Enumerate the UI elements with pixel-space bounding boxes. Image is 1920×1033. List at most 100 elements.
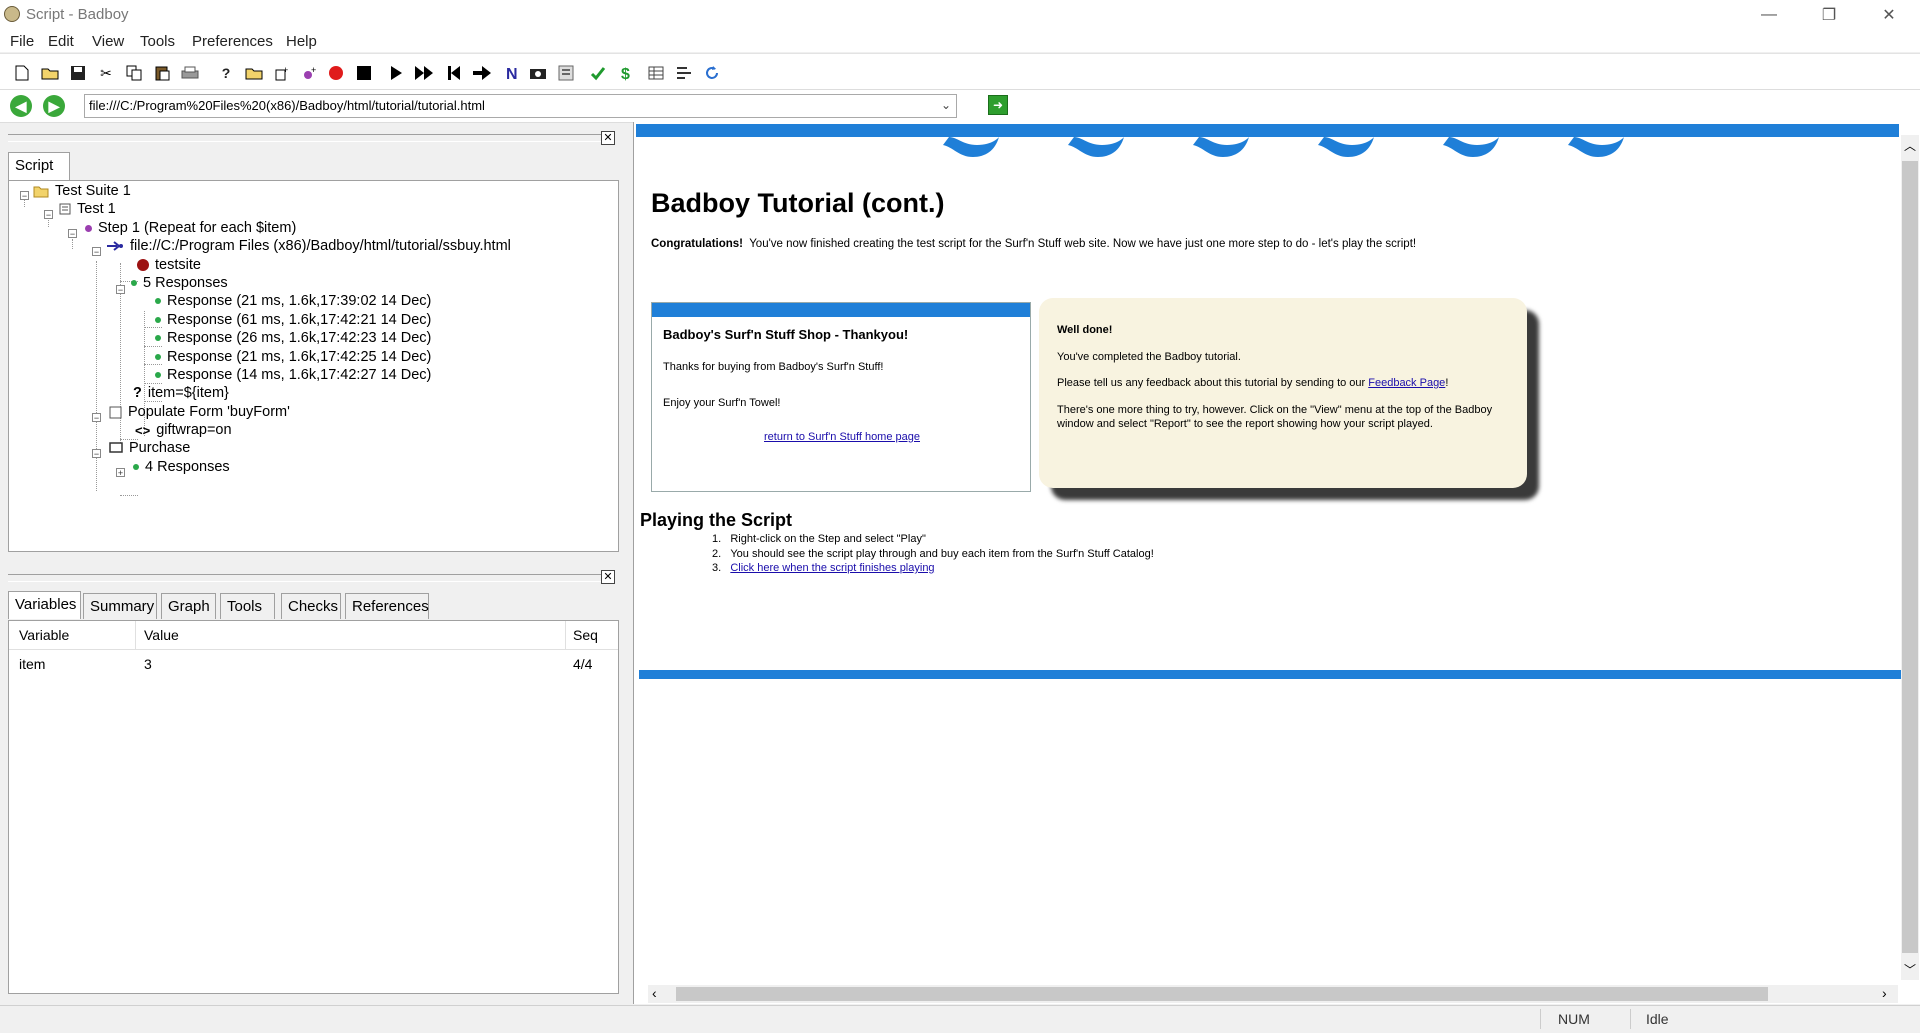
step-forward-icon[interactable] [472, 63, 492, 83]
collapse-step-toggle[interactable]: − [68, 229, 77, 239]
dollar-icon[interactable]: $ [616, 63, 636, 83]
vertical-scroll-thumb[interactable] [1902, 161, 1918, 953]
column-header-seq[interactable]: Seq [573, 627, 598, 643]
tab-graph[interactable]: Graph [161, 593, 216, 619]
go-arrow-icon[interactable]: ➜ [988, 95, 1008, 115]
table-row[interactable]: item 3 4/4 [9, 651, 618, 675]
shop-towel-text: Enjoy your Surf'n Towel! [663, 397, 781, 409]
play-icon[interactable] [386, 63, 406, 83]
scroll-right-chevron-icon[interactable]: › [1882, 985, 1887, 1001]
close-script-pane-icon[interactable]: ✕ [601, 131, 615, 145]
column-header-value[interactable]: Value [144, 627, 179, 643]
add-item-icon[interactable]: + [272, 63, 292, 83]
print-icon[interactable] [180, 63, 200, 83]
script-pane-grip[interactable] [8, 134, 608, 142]
folder-add-icon[interactable] [244, 63, 264, 83]
play-all-icon[interactable] [414, 63, 434, 83]
tree-response[interactable]: Response (61 ms, 1.6k,17:42:21 14 Dec) [155, 312, 431, 328]
expand-purchase-responses-toggle[interactable]: + [116, 468, 125, 478]
tab-checks[interactable]: Checks [281, 593, 341, 619]
open-icon[interactable] [40, 63, 60, 83]
scroll-down-chevron-icon[interactable]: ﹀ [1904, 961, 1916, 978]
collapse-form-toggle[interactable]: − [92, 413, 101, 423]
tree-node-label: Response (61 ms, 1.6k,17:42:21 14 Dec) [167, 312, 432, 328]
menu-file[interactable]: File [10, 33, 34, 50]
back-arrow-icon[interactable]: ◀ [10, 95, 32, 117]
tree-responses[interactable]: 5 Responses [131, 275, 228, 291]
tree-assign[interactable]: ? item=${item} [133, 385, 229, 401]
tab-script[interactable]: Script [8, 152, 70, 180]
menu-tools[interactable]: Tools [140, 33, 175, 50]
cut-icon[interactable]: ✂ [96, 63, 116, 83]
tree-node-label: item=${item} [147, 385, 229, 401]
url-dropdown-chevron-icon[interactable]: ⌄ [936, 95, 956, 115]
scroll-left-chevron-icon[interactable]: ‹ [652, 985, 657, 1001]
menu-help[interactable]: Help [286, 33, 317, 50]
close-window-button[interactable]: ✕ [1860, 0, 1918, 30]
column-header-variable[interactable]: Variable [19, 627, 69, 643]
save-icon[interactable] [68, 63, 88, 83]
tree-response[interactable]: Response (21 ms, 1.6k,17:42:25 14 Dec) [155, 349, 431, 365]
bottom-blue-band [639, 670, 1901, 679]
collapse-request-toggle[interactable]: − [92, 247, 101, 257]
url-input[interactable]: file:///C:/Program%20Files%20(x86)/Badbo… [84, 94, 957, 118]
horizontal-scrollbar[interactable]: ‹ › [648, 985, 1898, 1003]
help-icon[interactable]: ? [216, 63, 236, 83]
tree-testsite[interactable]: testsite [137, 257, 201, 273]
refresh-icon[interactable] [702, 63, 722, 83]
stop-icon[interactable] [354, 63, 374, 83]
collapse-suite-toggle[interactable]: − [20, 191, 29, 201]
table-icon[interactable] [646, 63, 666, 83]
tree-request[interactable]: file://C:/Program Files (x86)/Badboy/htm… [106, 238, 511, 254]
tree-populate-form[interactable]: Populate Form 'buyForm' [109, 404, 290, 420]
tree-response[interactable]: Response (14 ms, 1.6k,17:42:27 14 Dec) [155, 367, 431, 383]
tree-test[interactable]: Test 1 [59, 201, 116, 217]
restore-button[interactable]: ❐ [1800, 0, 1858, 30]
record-icon[interactable] [326, 63, 346, 83]
tree-test-suite[interactable]: Test Suite 1 [33, 183, 131, 199]
tree-response[interactable]: Response (21 ms, 1.6k,17:39:02 14 Dec) [155, 293, 431, 309]
menu-edit[interactable]: Edit [48, 33, 74, 50]
n-icon[interactable]: N [502, 63, 522, 83]
folder-icon [33, 186, 49, 197]
menu-preferences[interactable]: Preferences [192, 33, 273, 50]
return-home-link[interactable]: return to Surf'n Stuff home page [764, 431, 920, 443]
feedback-page-link[interactable]: Feedback Page [1368, 377, 1445, 389]
align-icon[interactable] [674, 63, 694, 83]
copy-icon[interactable] [124, 63, 144, 83]
tree-step[interactable]: Step 1 (Repeat for each $item) [85, 220, 296, 236]
scroll-up-chevron-icon[interactable]: ︿ [1904, 137, 1916, 154]
tab-references[interactable]: References [345, 593, 429, 619]
variables-pane-grip[interactable] [8, 574, 608, 582]
minimize-button[interactable]: — [1740, 0, 1798, 30]
tab-summary[interactable]: Summary [83, 593, 157, 619]
tree-response[interactable]: Response (26 ms, 1.6k,17:42:23 14 Dec) [155, 330, 431, 346]
tree-form-field[interactable]: <> giftwrap=on [135, 422, 232, 438]
tab-variables[interactable]: Variables [8, 591, 81, 619]
response-dot-icon [155, 354, 161, 360]
tab-tools[interactable]: Tools [220, 593, 275, 619]
step-icon [85, 224, 92, 232]
collapse-responses-toggle[interactable]: − [116, 285, 125, 295]
variable-name-cell: item [19, 656, 46, 672]
check-icon[interactable] [588, 63, 608, 83]
step-text: Right-click on the Step and select "Play… [730, 533, 926, 545]
browser-view: Badboy Tutorial (cont.) Congratulations!… [633, 122, 1920, 1004]
vertical-scrollbar[interactable]: ︿ ﹀ [1901, 135, 1919, 980]
list-icon[interactable] [556, 63, 576, 83]
variable-value-cell: 3 [144, 656, 152, 672]
collapse-test-toggle[interactable]: − [44, 210, 53, 220]
horizontal-scroll-thumb[interactable] [676, 987, 1768, 1001]
collapse-purchase-toggle[interactable]: − [92, 449, 101, 459]
new-icon[interactable] [12, 63, 32, 83]
menu-view[interactable]: View [92, 33, 124, 50]
rewind-icon[interactable] [444, 63, 464, 83]
tree-purchase-responses[interactable]: 4 Responses [133, 459, 230, 475]
forward-arrow-icon[interactable]: ▶ [43, 95, 65, 117]
camera-icon[interactable] [528, 63, 548, 83]
paste-icon[interactable] [152, 63, 172, 83]
add-step-icon[interactable]: + [300, 63, 320, 83]
close-variables-pane-icon[interactable]: ✕ [601, 570, 615, 584]
tree-purchase[interactable]: Purchase [109, 440, 190, 456]
script-finished-link[interactable]: Click here when the script finishes play… [730, 562, 934, 574]
